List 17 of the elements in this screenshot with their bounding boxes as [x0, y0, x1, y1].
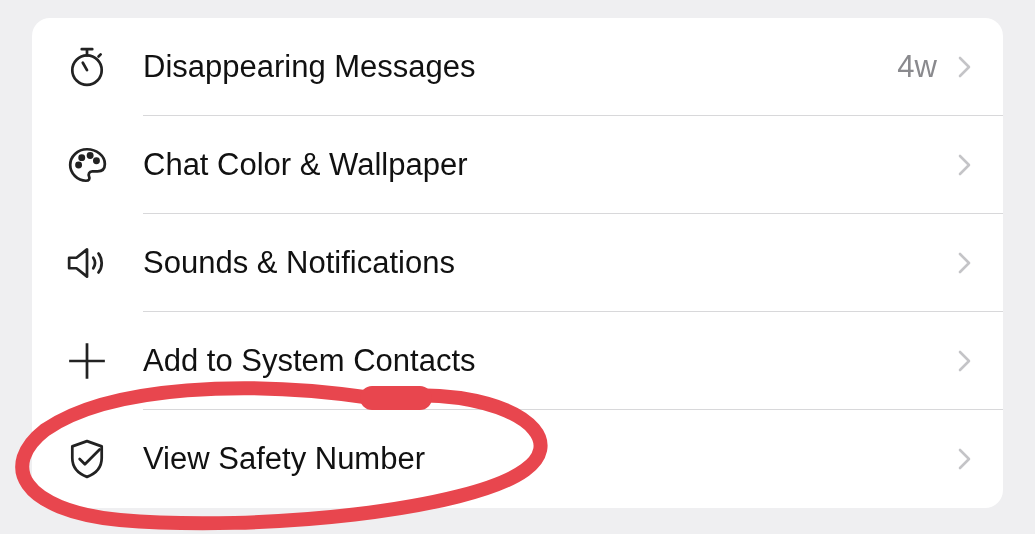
row-label: View Safety Number: [143, 441, 426, 477]
chevron-right-icon: [957, 152, 971, 177]
row-label: Sounds & Notifications: [143, 244, 456, 281]
settings-row[interactable]: Chat Color & Wallpaper: [32, 116, 1003, 214]
settings-row[interactable]: Add to System Contacts: [32, 312, 1003, 410]
row-label: Add to System Contacts: [143, 342, 477, 379]
settings-row[interactable]: Sounds & Notifications: [32, 214, 1003, 312]
chevron-right-icon: [957, 250, 971, 275]
row-label: Disappearing Messages: [143, 48, 477, 85]
settings-row[interactable]: Disappearing Messages 4w: [32, 18, 1003, 116]
plus-icon: [66, 340, 108, 382]
chevron-right-icon: [957, 348, 971, 373]
row-value: 4w: [897, 48, 937, 85]
chevron-right-icon: [957, 447, 971, 471]
row-label: Chat Color & Wallpaper: [143, 146, 469, 183]
chevron-right-icon: [957, 54, 971, 79]
settings-row[interactable]: View Safety Number: [32, 410, 1003, 508]
